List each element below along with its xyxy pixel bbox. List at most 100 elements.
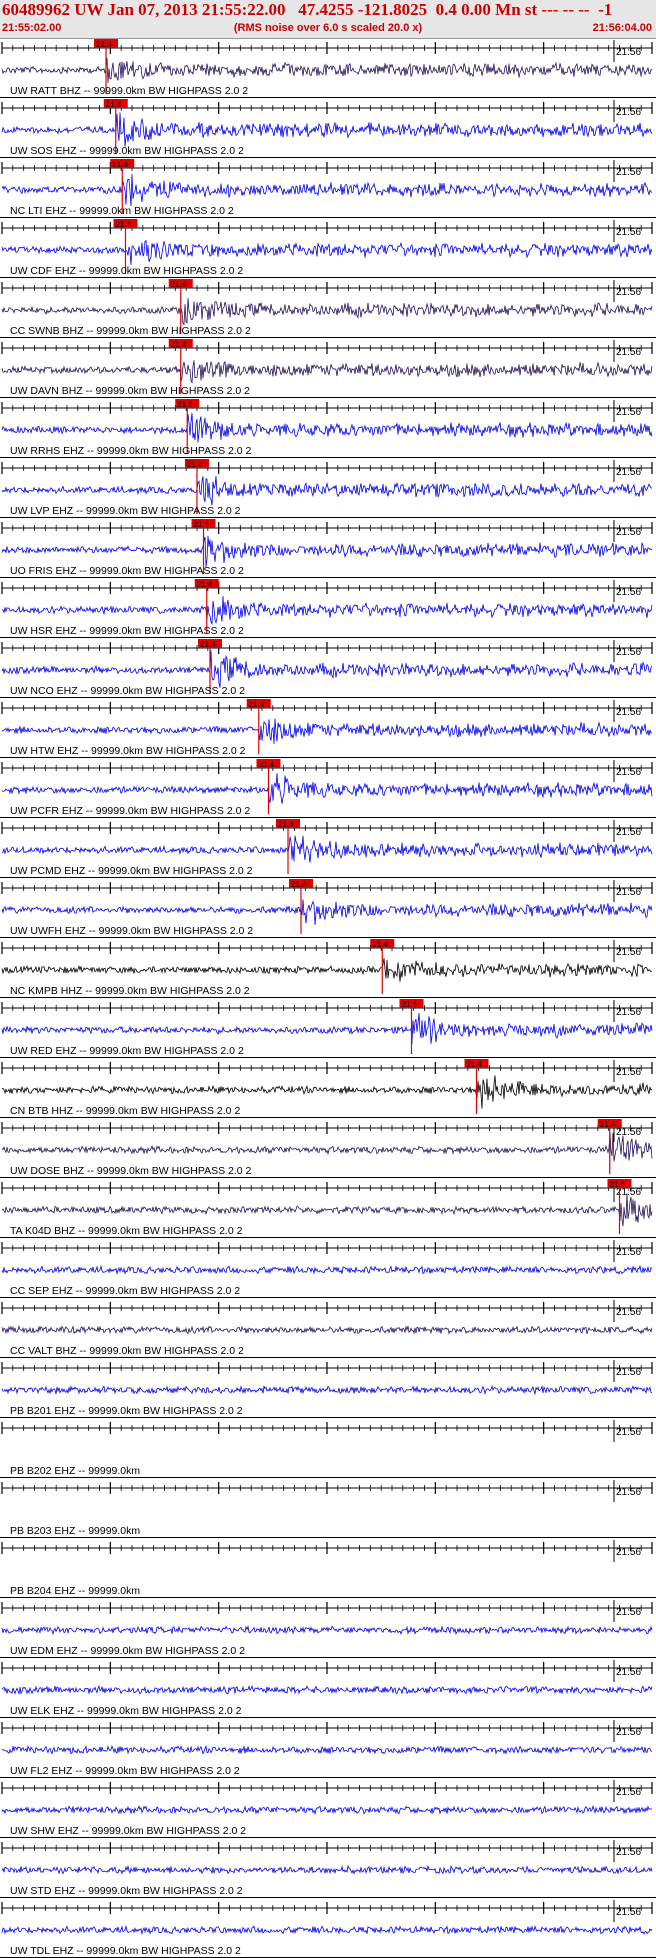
minute-label: 21:56 bbox=[616, 1847, 641, 1858]
pick-label: 21.4 bbox=[171, 340, 187, 349]
minute-label: 21:56 bbox=[616, 1067, 641, 1078]
station-label: CN BTB HHZ -- 99999.0km BW HIGHPASS 2.0 … bbox=[10, 1105, 240, 1117]
pick-label: 21.4 bbox=[259, 760, 275, 769]
trace-panel: 21:56 21.4 UW UWFH EHZ -- 99999.0km BW HIG… bbox=[0, 879, 656, 938]
station-label: UW TDL EHZ -- 99999.0km BW HIGHPASS 2.0 … bbox=[10, 1945, 241, 1957]
trace-panel: 21:56 21.4 UO FRIS EHZ -- 99999.0km BW HIG… bbox=[0, 519, 656, 578]
trace-panel: 21:56 PB B203 EHZ -- 99999.0km bbox=[0, 1480, 656, 1538]
trace-panel: 21:56 21.4 UW HTW EHZ -- 99999.0km BW HIGH… bbox=[0, 699, 656, 758]
station-label: UW HSR EHZ -- 99999.0km BW HIGHPASS 2.0 … bbox=[10, 625, 244, 637]
waveform bbox=[1, 650, 653, 688]
waveform bbox=[1, 1804, 653, 1816]
trace-panel: 21:56 UW SHW EHZ -- 99999.0km BW HIGHPASS… bbox=[0, 1780, 656, 1838]
station-label: UW CDF EHZ -- 99999.0km BW HIGHPASS 2.0 … bbox=[10, 265, 243, 277]
pick-label: 21.4 bbox=[187, 460, 203, 469]
station-label: PB B203 EHZ -- 99999.0km bbox=[10, 1525, 140, 1537]
trace-panel: 21:56 21.4 UW LVP EHZ -- 99999.0km BW HIGH… bbox=[0, 459, 656, 518]
trace-panel: 21:5621.4TA K04D BHZ -- 99999.0km BW HIG… bbox=[0, 1179, 656, 1238]
pick-label: 21.4 bbox=[106, 100, 122, 109]
minute-label: 21:56 bbox=[616, 1367, 641, 1378]
end-time: 21:56:04.00 bbox=[592, 22, 652, 34]
minute-label: 21:56 bbox=[616, 947, 641, 958]
trace-panel: 21:5621.4 UW DOSE BHZ -- 99999.0km BW HIG… bbox=[0, 1119, 656, 1178]
trace-panel: 21:56 UW TDL EHZ -- 99999.0km BW HIGHPASS… bbox=[0, 1900, 656, 1958]
minute-label: 21:56 bbox=[616, 827, 641, 838]
minute-label: 21:56 bbox=[616, 1907, 641, 1918]
trace-panel: 21:56 21.4 UW RED EHZ -- 99999.0km BW HIGH… bbox=[0, 999, 656, 1058]
trace-panel: 21:56 21.4 UW RATT BHZ -- 99999.0km BW HIG… bbox=[0, 39, 656, 98]
pick-label: 21.4 bbox=[600, 1120, 616, 1129]
minute-label: 21:56 bbox=[616, 1247, 641, 1258]
station-label: PB B201 EHZ -- 99999.0km BW HIGHPASS 2.0… bbox=[10, 1405, 243, 1417]
waveform bbox=[1, 1324, 653, 1335]
minute-label: 21:56 bbox=[616, 347, 641, 358]
trace-panel: 21:56 21.4 UW DAVN BHZ -- 99999.0km BW HIG… bbox=[0, 339, 656, 398]
station-label: UW RATT BHZ -- 99999.0km BW HIGHPASS 2.0… bbox=[10, 85, 248, 97]
trace-panel: 21:56 UW STD EHZ -- 99999.0km BW HIGHPASS… bbox=[0, 1840, 656, 1898]
waveform bbox=[1, 1384, 653, 1396]
pick-label: 21.4 bbox=[197, 580, 213, 589]
station-label: CC VALT BHZ -- 99999.0km BW HIGHPASS 2.0… bbox=[10, 1345, 244, 1357]
station-label: UW DAVN BHZ -- 99999.0km BW HIGHPASS 2.0… bbox=[10, 385, 250, 397]
minute-label: 21:56 bbox=[616, 587, 641, 598]
minute-label: 21:56 bbox=[616, 167, 641, 178]
station-label: CC SWNB BHZ -- 99999.0km BW HIGHPASS 2.0… bbox=[10, 325, 251, 337]
trace-panel: 21:56 21.4 CC SWNB BHZ -- 99999.0km BW HIG… bbox=[0, 279, 656, 338]
station-label: PB B204 EHZ -- 99999.0km bbox=[10, 1585, 140, 1597]
station-label: UW RED EHZ -- 99999.0km BW HIGHPASS 2.0 … bbox=[10, 1045, 244, 1057]
waveform bbox=[1, 535, 653, 567]
station-label: UW STD EHZ -- 99999.0km BW HIGHPASS 2.0 … bbox=[10, 1885, 243, 1897]
pick-label: 21.4 bbox=[610, 1180, 626, 1189]
waveform bbox=[1, 835, 653, 863]
waveform bbox=[1, 1924, 653, 1936]
minute-label: 21:56 bbox=[616, 1127, 641, 1138]
station-label: UW DOSE BHZ -- 99999.0km BW HIGHPASS 2.0… bbox=[10, 1165, 252, 1177]
waveform bbox=[1, 718, 653, 744]
event-title: 60489962 UW Jan 07, 2013 21:55:22.00 47.… bbox=[2, 0, 613, 19]
station-label: UO FRIS EHZ -- 99999.0km BW HIGHPASS 2.0… bbox=[10, 565, 244, 577]
minute-label: 21:56 bbox=[616, 647, 641, 658]
trace-panel: 21:56 21.4 UW PCFR EHZ -- 99999.0km BW HIG… bbox=[0, 759, 656, 818]
waveform bbox=[1, 174, 653, 207]
station-label: UW ELK EHZ -- 99999.0km BW HIGHPASS 2.0 … bbox=[10, 1705, 242, 1717]
minute-label: 21:56 bbox=[616, 1607, 641, 1618]
trace-panel: 21:56 CC SEP EHZ -- 99999.0km BW HIGHPASS… bbox=[0, 1240, 656, 1298]
waveform bbox=[1, 1744, 653, 1755]
minute-label: 21:56 bbox=[616, 107, 641, 118]
waveform bbox=[1, 1864, 653, 1875]
station-label: NC LTI EHZ -- 99999.0km BW HIGHPASS 2.0 … bbox=[10, 205, 234, 217]
station-label: PB B202 EHZ -- 99999.0km bbox=[10, 1465, 140, 1477]
waveform bbox=[1, 1684, 653, 1696]
minute-label: 21:56 bbox=[616, 887, 641, 898]
station-label: UW FL2 EHZ -- 99999.0km BW HIGHPASS 2.0 … bbox=[10, 1765, 240, 1777]
pick-label: 21.4 bbox=[467, 1060, 483, 1069]
waveform bbox=[1, 773, 653, 804]
station-label: UW LVP EHZ -- 99999.0km BW HIGHPASS 2.0 … bbox=[10, 505, 241, 517]
minute-label: 21:56 bbox=[616, 1727, 641, 1738]
waveform bbox=[1, 112, 653, 147]
waveform bbox=[1, 298, 653, 325]
pick-label: 21.4 bbox=[249, 700, 265, 709]
waveform bbox=[1, 1075, 653, 1109]
trace-panel: 21:56 PB B201 EHZ -- 99999.0km BW HIGHPAS… bbox=[0, 1360, 656, 1418]
minute-label: 21:56 bbox=[616, 407, 641, 418]
minute-label: 21:56 bbox=[616, 1007, 641, 1018]
minute-label: 21:56 bbox=[616, 1427, 641, 1438]
station-label: UW EDM EHZ -- 99999.0km BW HIGHPASS 2.0 … bbox=[10, 1645, 245, 1657]
station-label: UW PCFR EHZ -- 99999.0km BW HIGHPASS 2.0… bbox=[10, 805, 250, 817]
minute-label: 21:56 bbox=[616, 1547, 641, 1558]
waveform bbox=[1, 596, 653, 626]
waveform bbox=[1, 476, 653, 506]
pick-label: 21.4 bbox=[96, 40, 112, 49]
trace-panel: 21:56 21.4 UW CDF EHZ -- 99999.0km BW HIGH… bbox=[0, 219, 656, 278]
station-label: UW HTW EHZ -- 99999.0km BW HIGHPASS 2.0 … bbox=[10, 745, 246, 757]
waveform bbox=[1, 360, 653, 384]
waveform bbox=[1, 1264, 653, 1276]
station-label: UW SHW EHZ -- 99999.0km BW HIGHPASS 2.0 … bbox=[10, 1825, 246, 1837]
minute-label: 21:56 bbox=[616, 1667, 641, 1678]
trace-panel: 21:56 21.4 UW HSR EHZ -- 99999.0km BW HIGH… bbox=[0, 579, 656, 638]
station-label: UW NCO EHZ -- 99999.0km BW HIGHPASS 2.0 … bbox=[10, 685, 245, 697]
waveform bbox=[1, 1012, 653, 1044]
pick-label: 21.4 bbox=[116, 220, 132, 229]
minute-label: 21:56 bbox=[616, 467, 641, 478]
